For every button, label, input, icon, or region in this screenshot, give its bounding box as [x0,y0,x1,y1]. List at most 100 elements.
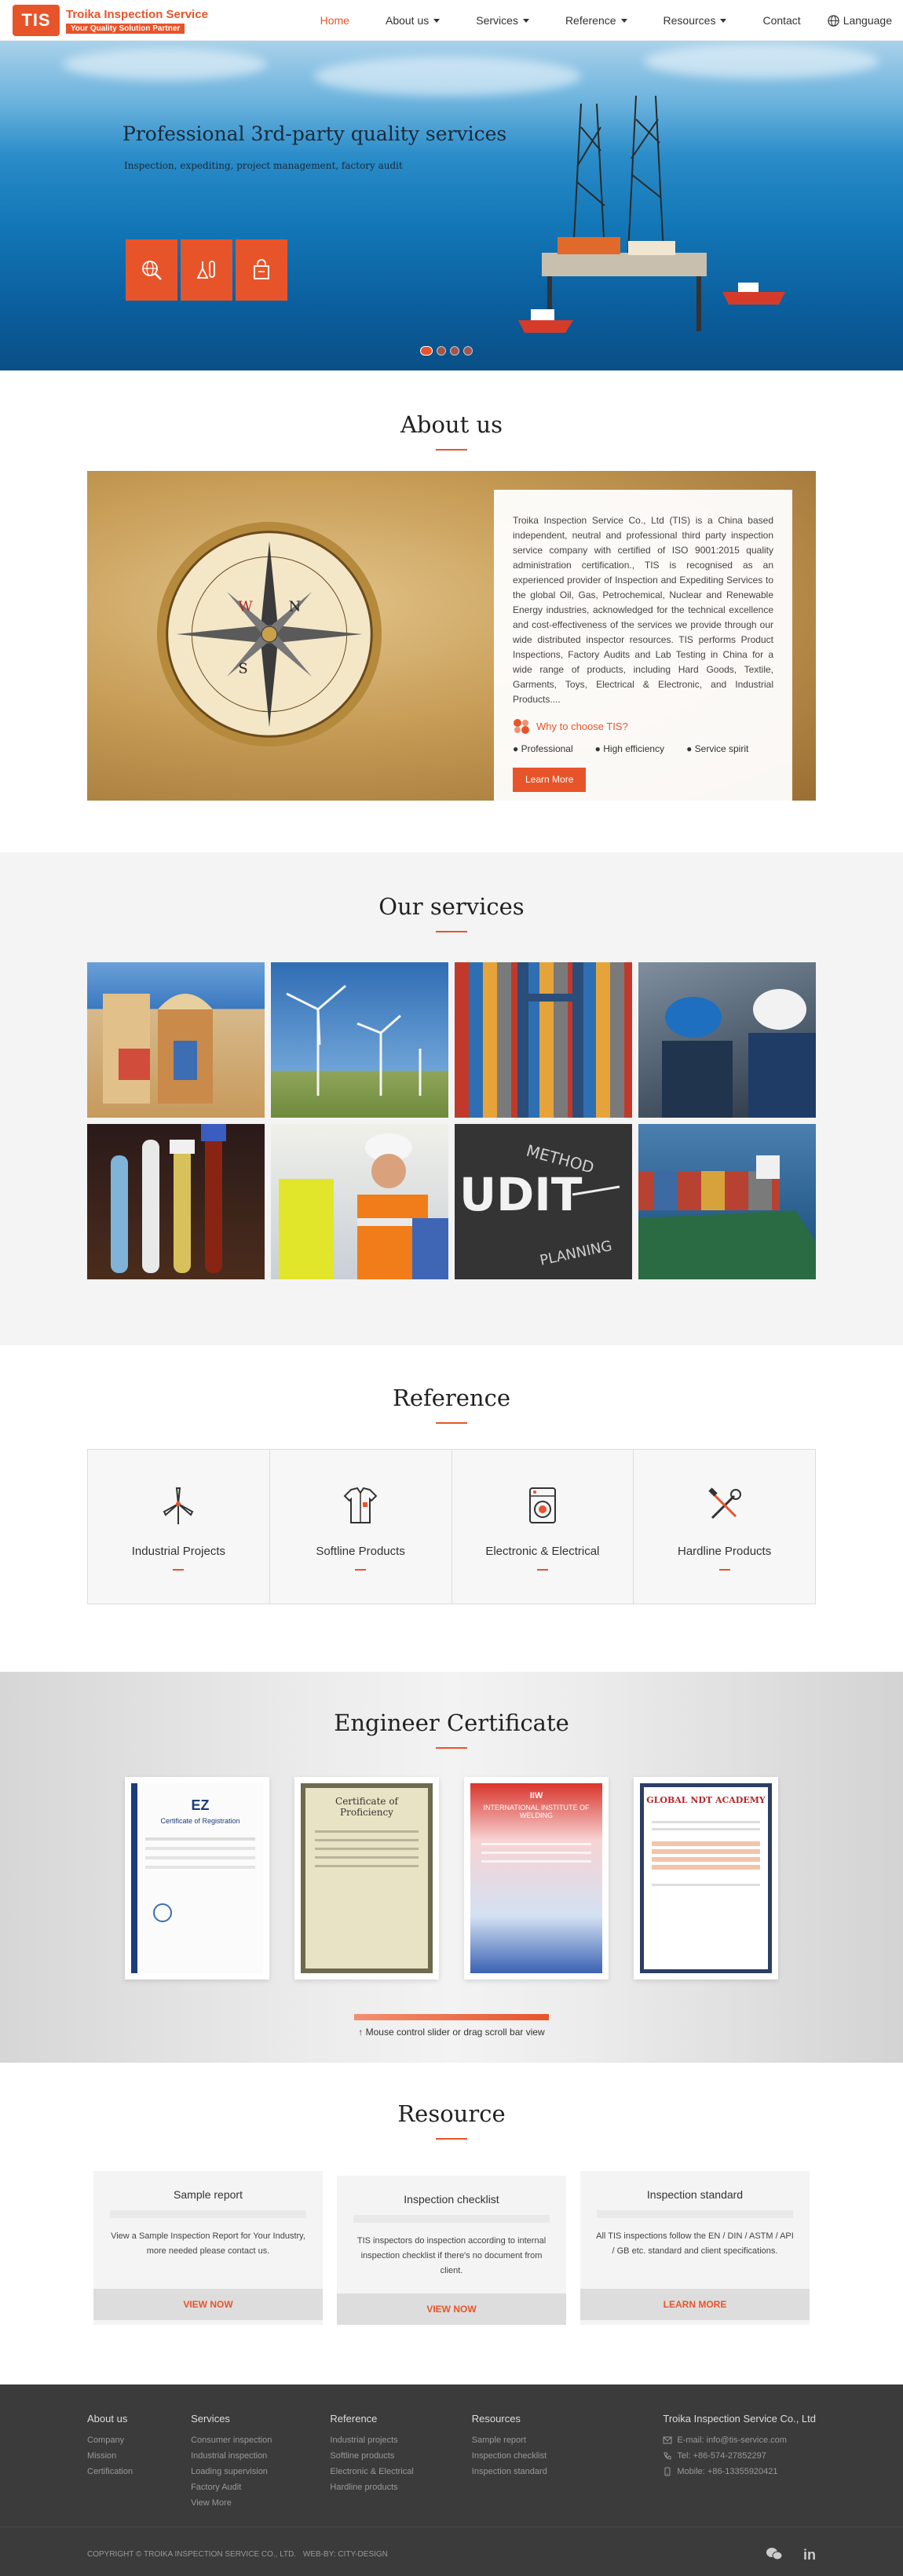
certificate-card[interactable]: EZ Certificate of Registration [125,1777,269,1979]
services-title: Our services [378,893,525,920]
service-tile-container-ship[interactable] [638,1124,816,1279]
language-switch[interactable]: Language [828,14,892,27]
point-item: ● High efficiency [594,743,665,754]
hero-subtitle: Inspection, expediting, project manageme… [124,160,403,171]
nav-services[interactable]: Services [476,14,529,27]
copyright-text: COPYRIGHT © TROIKA INSPECTION SERVICE CO… [87,2550,297,2559]
footer-link[interactable]: Certification [87,2464,133,2479]
certificate-scrollbar[interactable] [354,2014,549,2020]
chevron-down-icon [433,18,441,23]
nav-contact-label: Contact [762,14,801,27]
footer-link[interactable]: Hardline products [330,2479,413,2495]
reference-hardline[interactable]: Hardline Products [634,1450,815,1604]
wechat-icon[interactable] [766,2547,783,2561]
chevron-down-icon [620,18,627,23]
footer-link[interactable]: Loading supervision [191,2464,272,2479]
reference-dash [355,1568,367,1571]
footer-link[interactable]: Softline products [330,2448,413,2464]
certificate-slider[interactable]: EZ Certificate of Registration Certifica… [0,1777,903,1979]
service-tile-construction-workers[interactable] [271,1124,448,1279]
slider-dot[interactable] [450,346,459,356]
view-now-button[interactable]: VIEW NOW [93,2289,323,2320]
service-tile-test-tubes[interactable] [87,1124,265,1279]
slider-dot[interactable] [463,346,473,356]
resource-card-title: Sample report [174,2188,243,2201]
nav-home[interactable]: Home [320,14,349,27]
footer-column-services: Services Consumer inspection Industrial … [191,2413,272,2511]
footer-tel[interactable]: Tel: +86-574-27852297 [663,2448,816,2464]
reference-label: Hardline Products [678,1544,772,1558]
footer-link[interactable]: Electronic & Electrical [330,2464,413,2479]
reference-industrial[interactable]: Industrial Projects [88,1450,270,1604]
service-tile-wind-turbines[interactable] [271,962,448,1118]
nav-reference-label: Reference [565,14,616,27]
shirt-icon [343,1487,378,1523]
certificate-card[interactable]: IIW INTERNATIONAL INSTITUTE OF WELDING [464,1777,609,1979]
footer-link[interactable]: View More [191,2495,272,2511]
cert-heading: GLOBAL NDT ACADEMY [646,1795,766,1805]
resource-card-sample-report: Sample report View a Sample Inspection R… [93,2171,323,2325]
logo-slogan: Your Quality Solution Partner [66,23,185,34]
slider-dot[interactable] [437,346,446,356]
logo[interactable]: TIS Troika Inspection Service Your Quali… [13,5,208,36]
main-nav: Home About us Services Reference Resourc… [284,0,892,41]
hero-button-lab[interactable] [181,239,232,301]
footer-link[interactable]: Sample report [472,2432,547,2448]
footer-link[interactable]: Mission [87,2448,133,2464]
service-tile-container-terminal[interactable] [455,962,632,1118]
learn-more-button[interactable]: Learn More [513,768,587,792]
hero-title: Professional 3rd-party quality services [122,122,507,145]
cloud [63,49,267,80]
services-grid: UDIT METHOD PLANNING [87,962,816,1279]
resource-divider [353,2215,550,2223]
footer-contact: Troika Inspection Service Co., Ltd E-mai… [663,2413,816,2511]
footer-link[interactable]: Factory Audit [191,2479,272,2495]
hero-button-inspection[interactable] [126,239,177,301]
view-now-button[interactable]: VIEW NOW [337,2293,566,2325]
nav-home-label: Home [320,14,349,27]
footer-link[interactable]: Consumer inspection [191,2432,272,2448]
mobile-icon [664,2467,671,2476]
title-underline [436,1747,467,1749]
reference-dash [173,1568,185,1571]
hero-button-shop[interactable] [236,239,287,301]
reference-softline[interactable]: Softline Products [269,1450,452,1604]
certificate-image: EZ Certificate of Registration [131,1783,263,1973]
footer-link[interactable]: Inspection checklist [472,2448,547,2464]
why-choose[interactable]: Why to choose TIS? [513,718,773,734]
nav-contact[interactable]: Contact [762,14,800,27]
service-tile-audit[interactable]: UDIT METHOD PLANNING [455,1124,632,1279]
reference-electronic[interactable]: Electronic & Electrical [452,1450,634,1604]
footer-link[interactable]: Company [87,2432,133,2448]
scrollbar-thumb[interactable] [354,2014,549,2020]
about-block: W N S Troika Inspection Service Co., Ltd… [87,471,816,801]
footer-link[interactable]: Inspection standard [472,2464,547,2479]
title-underline [436,2138,467,2140]
footer-column-title: About us [87,2413,128,2425]
web-by-link[interactable]: WEB-BY: CITY-DESIGN [303,2550,388,2559]
footer-link[interactable]: Industrial projects [330,2432,413,2448]
linkedin-icon[interactable]: in [803,2547,816,2563]
learn-more-button[interactable]: LEARN MORE [580,2289,810,2320]
nav-resources[interactable]: Resources [664,14,727,27]
nav-about-label: About us [385,14,430,27]
certificate-card[interactable]: GLOBAL NDT ACADEMY [634,1777,778,1979]
chevron-down-icon [522,18,529,23]
shopping-bag-icon [254,259,269,279]
certificate-card[interactable]: Certificate of Proficiency [294,1777,439,1979]
footer-email[interactable]: E-mail: info@tis-service.com [663,2432,816,2448]
slider-dot[interactable] [420,346,433,356]
service-tile-toy-blocks[interactable] [87,962,265,1118]
containers-image [517,962,583,1118]
logo-name: Troika Inspection Service [66,7,208,21]
footer-email-text: E-mail: info@tis-service.com [677,2436,787,2445]
lab-flask-icon [196,261,215,279]
service-tile-engineers[interactable] [638,962,816,1118]
footer-link[interactable]: Industrial inspection [191,2448,272,2464]
copyright: COPYRIGHT © TROIKA INSPECTION SERVICE CO… [87,2550,388,2559]
toy-blocks-image [103,994,213,1104]
nav-reference[interactable]: Reference [565,14,627,27]
nav-about-us[interactable]: About us [385,14,441,27]
footer-mobile[interactable]: Mobile: +86-13355920421 [663,2464,816,2479]
oil-rig-illustration [518,96,785,333]
